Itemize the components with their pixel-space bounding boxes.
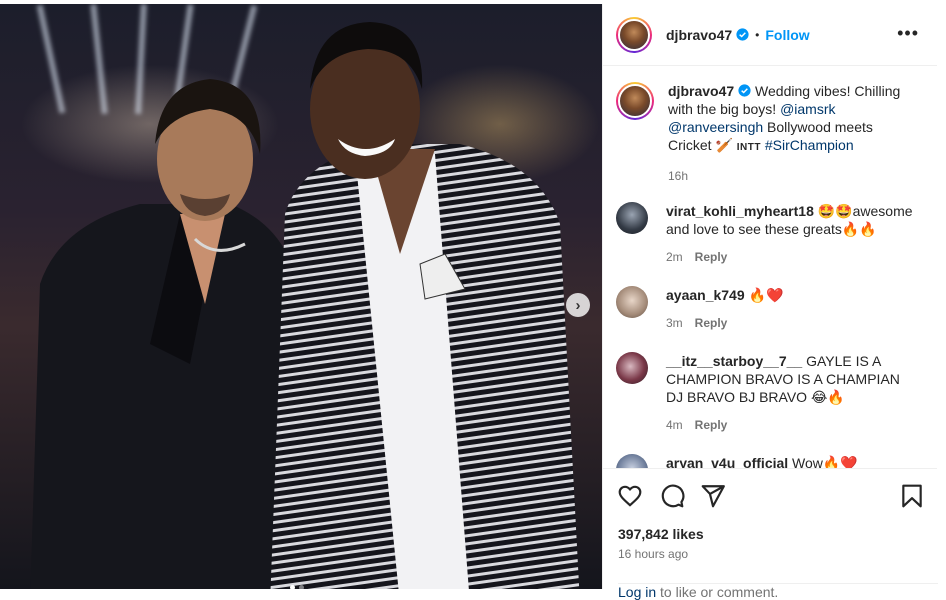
post-side-panel: djbravo47 • Follow ••• djbravo47 Wedding… (602, 4, 938, 600)
caption-meta: 16h (668, 167, 918, 185)
commenter-avatar[interactable] (616, 286, 648, 318)
person-striped-jacket (270, 22, 580, 589)
heart-icon[interactable] (617, 483, 643, 509)
author-username[interactable]: djbravo47 (666, 27, 732, 43)
login-prompt-text: to like or comment. (656, 584, 779, 600)
author-avatar[interactable] (616, 82, 654, 120)
mention-link[interactable]: @iamsrk (780, 101, 835, 117)
next-photo-button[interactable]: › (566, 293, 590, 317)
mention-link[interactable]: @ranveersingh (668, 119, 763, 135)
post-photo[interactable] (0, 4, 602, 589)
reply-button[interactable]: Reply (695, 316, 728, 330)
comment-time[interactable]: 2m (666, 250, 683, 264)
action-icons (617, 483, 923, 511)
follow-button[interactable]: Follow (765, 27, 809, 43)
hashtag-link[interactable]: #SirChampion (765, 137, 854, 153)
carousel-dot[interactable] (299, 585, 304, 589)
bookmark-icon[interactable] (899, 483, 925, 509)
commenter-avatar[interactable] (616, 352, 648, 384)
caption: djbravo47 Wedding vibes! Chilling with t… (616, 82, 918, 185)
caption-intt: INTT (736, 142, 761, 153)
comment: ayaan_k749 🔥❤️ 3m Reply (616, 286, 916, 332)
reply-button[interactable]: Reply (695, 250, 728, 264)
instagram-post-modal: › djbravo47 • Follow ••• djbravo47 Weddi… (0, 0, 946, 600)
commenter-username[interactable]: virat_kohli_myheart18 (666, 203, 814, 219)
commenter-username[interactable]: aryan_v4u_official (666, 455, 788, 468)
post-header: djbravo47 • Follow ••• (603, 4, 937, 66)
carousel-indicator (290, 585, 304, 589)
verified-badge-icon (736, 28, 749, 41)
login-link[interactable]: Log in (618, 584, 656, 600)
caption-username[interactable]: djbravo47 (668, 83, 734, 99)
share-icon[interactable] (700, 483, 726, 509)
verified-badge-icon (738, 84, 751, 97)
commenter-username[interactable]: ayaan_k749 (666, 287, 745, 303)
commenter-avatar[interactable] (616, 454, 648, 468)
caption-time[interactable]: 16h (668, 169, 688, 183)
post-timestamp[interactable]: 16 hours ago (618, 547, 688, 561)
likes-count[interactable]: 397,842 likes (618, 526, 704, 542)
comment-text: 🔥❤️ (744, 287, 784, 303)
post-actions: 397,842 likes 16 hours ago Log in to lik… (603, 468, 938, 600)
comment-text: Wow🔥❤️ (788, 455, 858, 468)
commenter-username[interactable]: __itz__starboy__7__ (666, 353, 802, 369)
author-avatar[interactable] (616, 16, 652, 53)
commenter-avatar[interactable] (616, 202, 648, 234)
reply-button[interactable]: Reply (695, 418, 728, 432)
comment: virat_kohli_myheart18 🤩🤩awesome and love… (616, 202, 916, 266)
comments-list[interactable]: djbravo47 Wedding vibes! Chilling with t… (603, 66, 937, 468)
carousel-dot[interactable] (290, 585, 295, 589)
chevron-right-icon: › (575, 296, 581, 314)
comment-icon[interactable] (659, 483, 685, 509)
comment-time[interactable]: 3m (666, 316, 683, 330)
comment-time[interactable]: 4m (666, 418, 683, 432)
comment: __itz__starboy__7__ GAYLE IS A CHAMPION … (616, 352, 916, 434)
login-prompt: Log in to like or comment. (618, 583, 938, 600)
more-options-icon[interactable]: ••• (897, 24, 919, 42)
separator-dot: • (755, 27, 760, 42)
comment: aryan_v4u_official Wow🔥❤️ (616, 454, 916, 468)
